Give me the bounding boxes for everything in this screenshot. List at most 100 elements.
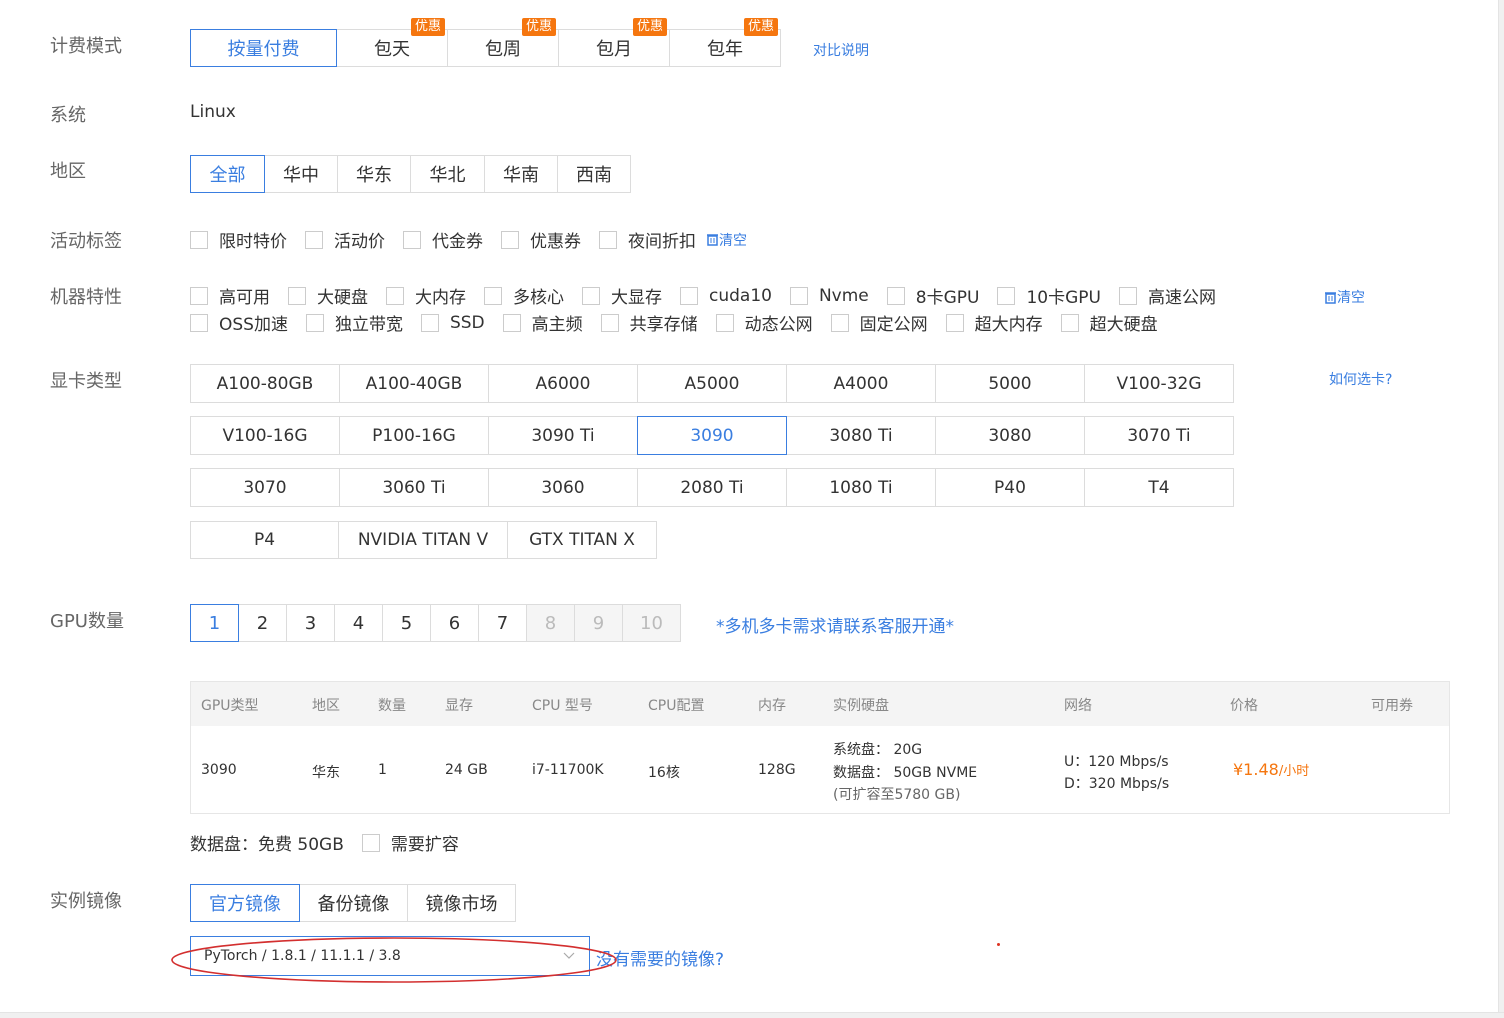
checkbox[interactable] xyxy=(789,286,808,305)
tab-image-market[interactable]: 镜像市场 xyxy=(407,884,516,922)
missing-image-link[interactable]: 没有需要的镜像? xyxy=(596,945,724,970)
feature-checkbox[interactable]: Nvme xyxy=(789,286,869,306)
gpu-option[interactable]: 3090 Ti xyxy=(488,416,638,455)
gpu-option[interactable]: A4000 xyxy=(786,364,936,403)
gpu-option[interactable]: 3070 Ti xyxy=(1084,416,1234,455)
gpu-help-link[interactable]: 如何选卡? xyxy=(1329,369,1392,389)
gpu-option[interactable]: A100-40GB xyxy=(339,364,489,403)
feature-checkbox[interactable]: 10卡GPU xyxy=(997,283,1101,308)
checkbox[interactable] xyxy=(288,286,306,305)
feature-checkbox[interactable]: SSD xyxy=(420,313,485,333)
checkbox[interactable] xyxy=(420,313,439,332)
feature-checkbox[interactable]: 动态公网 xyxy=(715,310,813,335)
billing-option-yearly[interactable]: 包年 优惠 xyxy=(669,18,781,67)
checkbox[interactable] xyxy=(945,313,964,332)
checkbox[interactable] xyxy=(403,230,421,249)
billing-option-daily[interactable]: 包天 优惠 xyxy=(336,18,448,67)
region-option-north[interactable]: 华北 xyxy=(410,155,485,193)
checkbox[interactable] xyxy=(386,286,404,305)
gpu-option[interactable]: 3080 Ti xyxy=(786,416,936,455)
feature-checkbox[interactable]: OSS加速 xyxy=(190,310,288,335)
activity-tag[interactable]: 限时特价 xyxy=(190,227,287,252)
checkbox[interactable] xyxy=(361,833,380,852)
checkbox[interactable] xyxy=(190,286,208,305)
feature-checkbox[interactable]: 共享存储 xyxy=(600,310,698,335)
feature-checkbox[interactable]: 高可用 xyxy=(190,283,270,308)
gpu-option[interactable]: V100-32G xyxy=(1084,364,1234,403)
checkbox[interactable] xyxy=(190,230,208,249)
checkbox[interactable] xyxy=(680,286,698,305)
gpu-count-option[interactable]: 3 xyxy=(286,604,335,642)
gpu-option[interactable]: 3060 Ti xyxy=(339,468,489,507)
activity-tag[interactable]: 代金券 xyxy=(403,227,483,252)
compare-link[interactable]: 对比说明 xyxy=(813,40,869,60)
feature-checkbox[interactable]: 固定公网 xyxy=(830,310,928,335)
feature-checkbox[interactable]: 超大内存 xyxy=(945,310,1043,335)
activity-tag[interactable]: 优惠券 xyxy=(501,227,581,252)
feature-checkbox[interactable]: 超大硬盘 xyxy=(1060,310,1158,335)
gpu-option[interactable]: NVIDIA TITAN V xyxy=(338,521,508,559)
feature-checkbox[interactable]: cuda10 xyxy=(680,286,772,306)
gpu-count-option[interactable]: 5 xyxy=(382,604,431,642)
gpu-option[interactable]: GTX TITAN X xyxy=(507,521,657,559)
checkbox[interactable] xyxy=(997,286,1016,305)
activity-tag[interactable]: 活动价 xyxy=(305,227,385,252)
gpu-option[interactable]: P4 xyxy=(190,521,339,559)
activity-clear-button[interactable]: 清空 xyxy=(706,230,747,250)
checkbox[interactable] xyxy=(600,313,619,332)
region-option-east[interactable]: 华东 xyxy=(337,155,411,193)
gpu-count-option[interactable]: 1 xyxy=(190,604,239,642)
checkbox[interactable] xyxy=(502,313,521,332)
gpu-option[interactable]: 3070 xyxy=(190,468,340,507)
gpu-option[interactable]: 1080 Ti xyxy=(786,468,936,507)
gpu-option-selected[interactable]: 3090 xyxy=(637,416,787,455)
billing-option-hourly[interactable]: 按量付费 xyxy=(190,29,337,67)
feature-checkbox[interactable]: 大内存 xyxy=(386,283,466,308)
feature-checkbox[interactable]: 高速公网 xyxy=(1118,283,1216,308)
tab-official-image[interactable]: 官方镜像 xyxy=(190,884,300,922)
gpu-option[interactable]: T4 xyxy=(1084,468,1234,507)
region-option-all[interactable]: 全部 xyxy=(190,155,265,193)
gpu-count-option[interactable]: 2 xyxy=(238,604,287,642)
feature-checkbox[interactable]: 8卡GPU xyxy=(886,283,979,308)
checkbox[interactable] xyxy=(1060,313,1079,332)
gpu-option[interactable]: V100-16G xyxy=(190,416,340,455)
gpu-option[interactable]: 3080 xyxy=(935,416,1085,455)
region-option-central[interactable]: 华中 xyxy=(264,155,338,193)
features-clear-button[interactable]: 清空 xyxy=(1324,287,1365,307)
checkbox[interactable] xyxy=(484,286,502,305)
activity-tag[interactable]: 夜间折扣 xyxy=(599,227,696,252)
gpu-count-option[interactable]: 6 xyxy=(430,604,479,642)
gpu-option[interactable]: A100-80GB xyxy=(190,364,340,403)
billing-option-weekly[interactable]: 包周 优惠 xyxy=(447,18,559,67)
gpu-option[interactable]: P100-16G xyxy=(339,416,489,455)
gpu-option[interactable]: A6000 xyxy=(488,364,638,403)
feature-checkbox[interactable]: 独立带宽 xyxy=(305,310,403,335)
gpu-option[interactable]: 5000 xyxy=(935,364,1085,403)
tab-backup-image[interactable]: 备份镜像 xyxy=(299,884,408,922)
checkbox[interactable] xyxy=(830,313,849,332)
feature-checkbox[interactable]: 高主频 xyxy=(502,310,583,335)
feature-checkbox[interactable]: 大显存 xyxy=(582,283,662,308)
gpu-count-option[interactable]: 4 xyxy=(334,604,383,642)
checkbox[interactable] xyxy=(305,230,323,249)
checkbox[interactable] xyxy=(305,313,324,332)
checkbox[interactable] xyxy=(1118,286,1137,305)
gpu-option[interactable]: A5000 xyxy=(637,364,787,403)
region-option-southwest[interactable]: 西南 xyxy=(557,155,631,193)
checkbox[interactable] xyxy=(599,230,617,249)
image-select[interactable]: PyTorch / 1.8.1 / 11.1.1 / 3.8 xyxy=(190,936,590,976)
billing-option-monthly[interactable]: 包月 优惠 xyxy=(558,18,670,67)
checkbox[interactable] xyxy=(501,230,519,249)
gpu-option[interactable]: P40 xyxy=(935,468,1085,507)
checkbox[interactable] xyxy=(886,286,905,305)
feature-checkbox[interactable]: 多核心 xyxy=(484,283,564,308)
checkbox[interactable] xyxy=(582,286,600,305)
expand-checkbox[interactable]: 需要扩容 xyxy=(361,830,459,855)
checkbox[interactable] xyxy=(190,313,208,332)
checkbox[interactable] xyxy=(715,313,734,332)
region-option-south[interactable]: 华南 xyxy=(484,155,558,193)
gpu-count-option[interactable]: 7 xyxy=(478,604,527,642)
gpu-option[interactable]: 3060 xyxy=(488,468,638,507)
gpu-option[interactable]: 2080 Ti xyxy=(637,468,787,507)
